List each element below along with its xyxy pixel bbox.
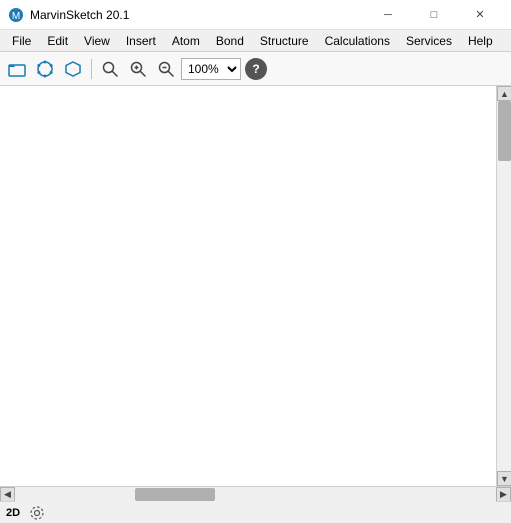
search-icon: [101, 60, 119, 78]
separator-1: [91, 59, 92, 79]
status-bar: 2D: [0, 501, 511, 523]
menu-insert[interactable]: Insert: [118, 30, 164, 51]
scroll-left-button[interactable]: ◀: [0, 487, 15, 502]
menu-calculations[interactable]: Calculations: [317, 30, 398, 51]
menu-view[interactable]: View: [76, 30, 118, 51]
open-file-button[interactable]: [4, 56, 30, 82]
menu-atom[interactable]: Atom: [164, 30, 208, 51]
svg-text:M: M: [12, 11, 20, 22]
scroll-thumb-vertical[interactable]: [498, 101, 511, 161]
window-controls: ─ □ ✕: [365, 0, 503, 30]
scroll-track-horizontal[interactable]: [15, 487, 496, 502]
settings-icon: [29, 505, 45, 521]
vertical-scrollbar: ▲ ▼: [496, 86, 511, 486]
zoom-out-icon: [157, 60, 175, 78]
menu-edit[interactable]: Edit: [39, 30, 76, 51]
zoom-out-button[interactable]: [153, 56, 179, 82]
scroll-down-button[interactable]: ▼: [497, 471, 511, 486]
main-area: ▲ ▼: [0, 86, 511, 486]
menu-bar: File Edit View Insert Atom Bond Structur…: [0, 30, 511, 52]
mode-indicator: 2D: [6, 507, 20, 519]
zoom-select[interactable]: 50% 75% 100% 150% 200%: [181, 58, 241, 80]
hexagon-icon: [64, 60, 82, 78]
app-icon: M: [8, 7, 24, 23]
ring-tool-button[interactable]: [60, 56, 86, 82]
menu-file[interactable]: File: [4, 30, 39, 51]
scroll-thumb-horizontal[interactable]: [135, 488, 215, 501]
scroll-right-button[interactable]: ▶: [496, 487, 511, 502]
zoom-in-button[interactable]: [125, 56, 151, 82]
canvas[interactable]: [0, 86, 496, 486]
atom-ring-icon: [36, 60, 54, 78]
status-settings-button[interactable]: [28, 504, 46, 522]
scroll-up-button[interactable]: ▲: [497, 86, 511, 101]
title-text: MarvinSketch 20.1: [30, 8, 365, 22]
minimize-button[interactable]: ─: [365, 0, 411, 30]
help-button[interactable]: ?: [245, 58, 267, 80]
title-bar: M MarvinSketch 20.1 ─ □ ✕: [0, 0, 511, 30]
close-button[interactable]: ✕: [457, 0, 503, 30]
toolbar: 50% 75% 100% 150% 200% ?: [0, 52, 511, 86]
menu-services[interactable]: Services: [398, 30, 460, 51]
menu-structure[interactable]: Structure: [252, 30, 317, 51]
maximize-button[interactable]: □: [411, 0, 457, 30]
folder-icon: [8, 60, 26, 78]
atom-tool-button[interactable]: [32, 56, 58, 82]
menu-bond[interactable]: Bond: [208, 30, 252, 51]
menu-help[interactable]: Help: [460, 30, 501, 51]
horizontal-scrollbar-bar: ◀ ▶: [0, 486, 511, 501]
scroll-track-vertical[interactable]: [497, 101, 511, 471]
zoom-in-icon: [129, 60, 147, 78]
search-button[interactable]: [97, 56, 123, 82]
